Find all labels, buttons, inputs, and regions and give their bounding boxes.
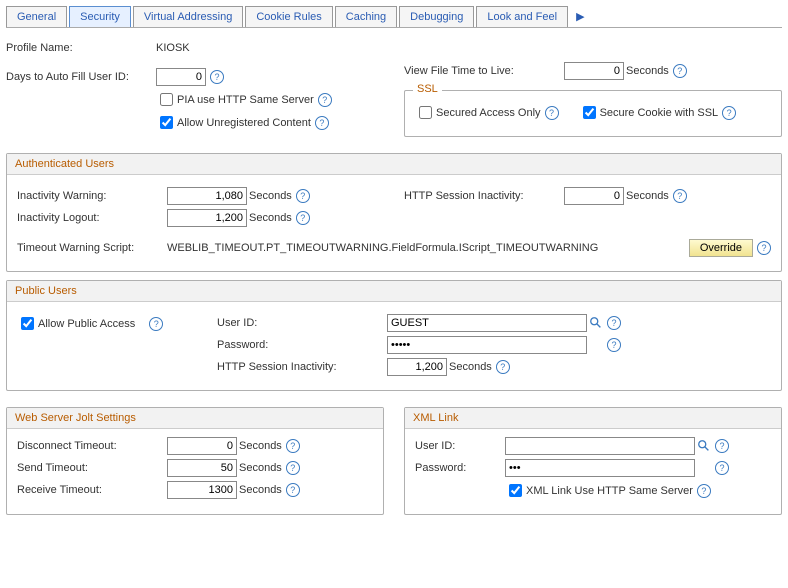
pub-http-inact-label: HTTP Session Inactivity: (217, 361, 387, 373)
profile-name-label: Profile Name: (6, 42, 156, 54)
jolt-title: Web Server Jolt Settings (7, 408, 383, 429)
xml-userid-input[interactable] (505, 437, 695, 455)
pub-userid-label: User ID: (217, 317, 387, 329)
seconds-unit: Seconds (449, 361, 492, 373)
help-icon[interactable]: ? (715, 439, 729, 453)
help-icon[interactable]: ? (315, 116, 329, 130)
auth-users-title: Authenticated Users (7, 154, 781, 175)
help-icon[interactable]: ? (757, 241, 771, 255)
secure-cookie-checkbox[interactable] (583, 106, 596, 119)
tab-general[interactable]: General (6, 6, 67, 27)
receive-input[interactable] (167, 481, 237, 499)
secured-access-label: Secured Access Only (436, 107, 541, 119)
tab-debugging[interactable]: Debugging (399, 6, 474, 27)
pub-password-label: Password: (217, 339, 387, 351)
seconds-unit: Seconds (239, 484, 282, 496)
help-icon[interactable]: ? (149, 317, 163, 331)
xml-userid-label: User ID: (415, 440, 505, 452)
view-file-ttl-label: View File Time to Live: (404, 65, 564, 77)
view-file-ttl-input[interactable] (564, 62, 624, 80)
timeout-script-label: Timeout Warning Script: (17, 242, 167, 254)
xml-password-label: Password: (415, 462, 505, 474)
days-autofill-input[interactable] (156, 68, 206, 86)
help-icon[interactable]: ? (673, 189, 687, 203)
inact-warn-input[interactable] (167, 187, 247, 205)
pub-password-input[interactable] (387, 336, 587, 354)
xml-same-server-checkbox[interactable] (509, 484, 522, 497)
inact-warn-label: Inactivity Warning: (17, 190, 167, 202)
help-icon[interactable]: ? (607, 316, 621, 330)
override-button[interactable]: Override (689, 239, 753, 257)
help-icon[interactable]: ? (722, 106, 736, 120)
help-icon[interactable]: ? (496, 360, 510, 374)
public-users-title: Public Users (7, 281, 781, 302)
help-icon[interactable]: ? (296, 189, 310, 203)
disconnect-label: Disconnect Timeout: (17, 440, 167, 452)
help-icon[interactable]: ? (286, 461, 300, 475)
help-icon[interactable]: ? (697, 484, 711, 498)
tab-caching[interactable]: Caching (335, 6, 397, 27)
secured-access-checkbox[interactable] (419, 106, 432, 119)
allow-unreg-label: Allow Unregistered Content (177, 117, 311, 129)
tab-bar: General Security Virtual Addressing Cook… (6, 6, 782, 28)
http-inact-input[interactable] (564, 187, 624, 205)
xml-password-input[interactable] (505, 459, 695, 477)
send-input[interactable] (167, 459, 237, 477)
profile-name-value: KIOSK (156, 42, 190, 54)
xml-same-server-label: XML Link Use HTTP Same Server (526, 485, 693, 497)
disconnect-input[interactable] (167, 437, 237, 455)
seconds-unit: Seconds (626, 190, 669, 202)
tab-scroll-right-icon[interactable]: ▶ (570, 6, 590, 27)
seconds-unit: Seconds (626, 65, 669, 77)
help-icon[interactable]: ? (286, 483, 300, 497)
help-icon[interactable]: ? (210, 70, 224, 84)
allow-unreg-checkbox[interactable] (160, 116, 173, 129)
help-icon[interactable]: ? (607, 338, 621, 352)
tab-virtual-addressing[interactable]: Virtual Addressing (133, 6, 243, 27)
pia-same-server-label: PIA use HTTP Same Server (177, 94, 314, 106)
ssl-section-title: SSL (413, 83, 442, 95)
inact-logout-input[interactable] (167, 209, 247, 227)
help-icon[interactable]: ? (673, 64, 687, 78)
help-icon[interactable]: ? (296, 211, 310, 225)
seconds-unit: Seconds (239, 462, 282, 474)
allow-public-label: Allow Public Access (38, 318, 135, 330)
seconds-unit: Seconds (239, 440, 282, 452)
days-autofill-label: Days to Auto Fill User ID: (6, 71, 156, 83)
http-inact-label: HTTP Session Inactivity: (404, 190, 564, 202)
secure-cookie-label: Secure Cookie with SSL (600, 107, 719, 119)
seconds-unit: Seconds (249, 190, 292, 202)
pub-http-inact-input[interactable] (387, 358, 447, 376)
pia-same-server-checkbox[interactable] (160, 93, 173, 106)
tab-cookie-rules[interactable]: Cookie Rules (245, 6, 332, 27)
send-label: Send Timeout: (17, 462, 167, 474)
inact-logout-label: Inactivity Logout: (17, 212, 167, 224)
help-icon[interactable]: ? (318, 93, 332, 107)
allow-public-checkbox[interactable] (21, 317, 34, 330)
lookup-icon[interactable] (589, 316, 603, 330)
help-icon[interactable]: ? (286, 439, 300, 453)
receive-label: Receive Timeout: (17, 484, 167, 496)
lookup-icon[interactable] (697, 439, 711, 453)
help-icon[interactable]: ? (715, 461, 729, 475)
seconds-unit: Seconds (249, 212, 292, 224)
pub-userid-input[interactable] (387, 314, 587, 332)
help-icon[interactable]: ? (545, 106, 559, 120)
tab-security[interactable]: Security (69, 6, 131, 27)
xml-title: XML Link (405, 408, 781, 429)
tab-look-and-feel[interactable]: Look and Feel (476, 6, 568, 27)
timeout-script-value: WEBLIB_TIMEOUT.PT_TIMEOUTWARNING.FieldFo… (167, 242, 689, 254)
